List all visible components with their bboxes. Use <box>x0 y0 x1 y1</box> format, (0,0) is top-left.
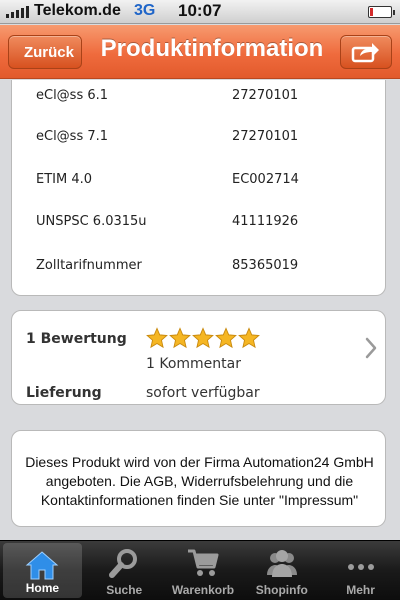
tab-label: Mehr <box>346 583 375 597</box>
spec-key: eCl@ss 7.1 <box>36 129 109 144</box>
comment-count: 1 Kommentar <box>146 356 241 372</box>
tab-label: Warenkorb <box>171 583 235 597</box>
signal-strength-icon <box>6 6 29 18</box>
tab-label: Suche <box>106 583 143 597</box>
tab-label: Shopinfo <box>255 583 308 597</box>
tab-cart[interactable]: Warenkorb <box>164 541 243 600</box>
tab-search[interactable]: Suche <box>85 541 164 600</box>
more-icon <box>347 564 374 570</box>
tab-bar: Home Suche Warenkorb Shopinfo Mehr <box>0 540 400 600</box>
network-type: 3G <box>134 2 156 19</box>
share-icon <box>351 43 379 63</box>
star-rating <box>146 327 260 349</box>
spec-key: ETIM 4.0 <box>36 172 93 187</box>
star-filled-icon <box>169 327 191 349</box>
spec-value: 41111926 <box>232 214 299 229</box>
navigation-bar: Zurück Produktinformation <box>0 25 400 79</box>
spec-value: 27270101 <box>232 88 299 103</box>
star-filled-icon <box>146 327 168 349</box>
star-filled-icon <box>238 327 260 349</box>
star-filled-icon <box>215 327 237 349</box>
share-button[interactable] <box>340 35 392 69</box>
delivery-label: Lieferung <box>26 385 102 401</box>
tab-more[interactable]: Mehr <box>321 541 400 600</box>
battery-icon <box>368 6 395 18</box>
carrier-name: Telekom.de <box>34 2 121 19</box>
vendor-info-card: Dieses Produkt wird von der Firma Automa… <box>11 430 386 527</box>
classification-card: eCl@ss 6.1 27270101 eCl@ss 7.1 27270101 … <box>11 80 386 296</box>
spec-value: EC002714 <box>232 172 299 187</box>
spec-value: 85365019 <box>232 258 299 273</box>
tab-shopinfo[interactable]: Shopinfo <box>242 541 321 600</box>
spec-value: 27270101 <box>232 129 299 144</box>
home-icon <box>26 551 59 580</box>
clock: 10:07 <box>178 1 222 20</box>
status-bar: Telekom.de 3G 10:07 <box>0 0 400 24</box>
delivery-value: sofort verfügbar <box>146 385 260 401</box>
cart-icon <box>187 549 219 576</box>
chevron-right-icon <box>365 337 377 359</box>
spec-key: Zolltarifnummer <box>36 258 142 273</box>
people-icon <box>266 550 297 577</box>
back-button-label: Zurück <box>23 43 74 61</box>
tab-home[interactable]: Home <box>3 543 82 598</box>
vendor-info-text: Dieses Produkt wird von der Firma Automa… <box>25 454 374 508</box>
rating-count-label: 1 Bewertung <box>26 331 127 347</box>
rating-card[interactable]: 1 Bewertung 1 Kommentar Lieferung sofort… <box>11 310 386 405</box>
star-filled-icon <box>192 327 214 349</box>
content-area[interactable]: eCl@ss 6.1 27270101 eCl@ss 7.1 27270101 … <box>0 80 400 540</box>
page-title: Produktinformation <box>100 35 324 62</box>
tab-label: Home <box>25 581 60 595</box>
spec-key: eCl@ss 6.1 <box>36 88 109 103</box>
back-button[interactable]: Zurück <box>8 35 82 69</box>
search-icon <box>109 549 138 578</box>
spec-key: UNSPSC 6.0315u <box>36 214 147 229</box>
